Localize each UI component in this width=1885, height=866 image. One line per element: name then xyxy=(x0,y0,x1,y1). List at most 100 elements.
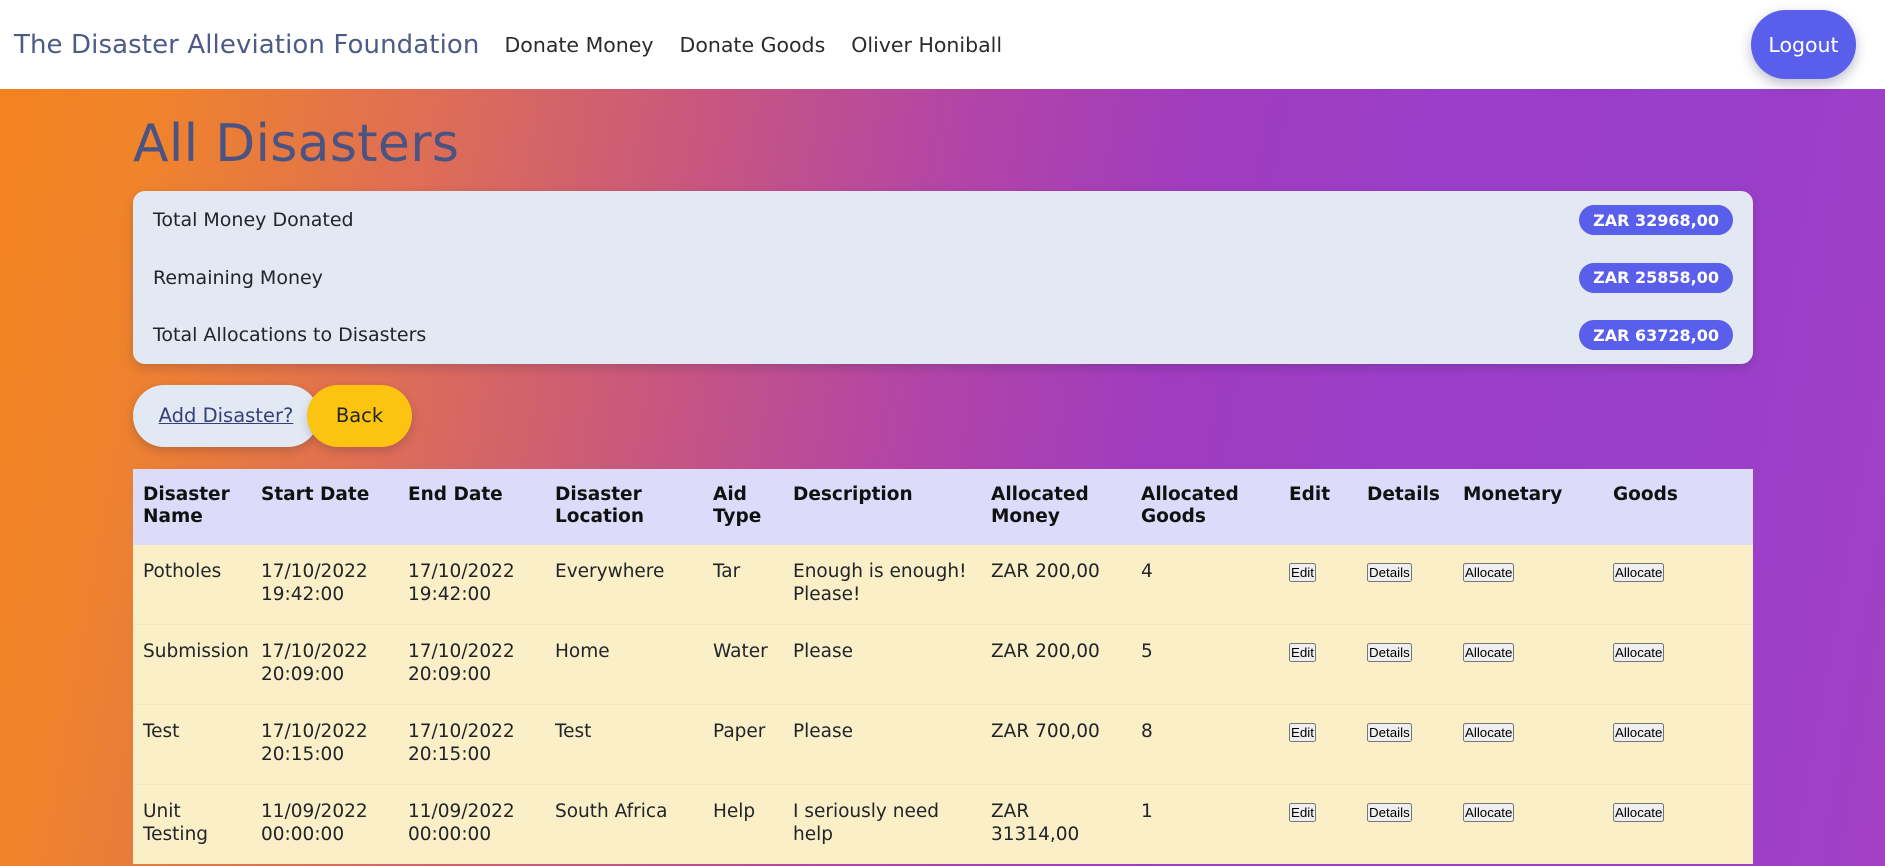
nav-link-donate-goods[interactable]: Donate Goods xyxy=(680,33,826,57)
edit-button[interactable]: Edit xyxy=(1289,562,1316,582)
details-button[interactable]: Details xyxy=(1367,803,1412,823)
details-button[interactable]: Details xyxy=(1367,723,1412,743)
cell-disaster-name: Potholes xyxy=(143,560,222,582)
action-buttons: Add Disaster? Back xyxy=(133,384,1885,447)
cell-allocated-goods: 4 xyxy=(1141,560,1153,582)
cell-allocated-goods: 5 xyxy=(1131,624,1279,705)
cell-aid-type: Paper xyxy=(703,704,783,785)
col-header-disaster-name: Disaster Name xyxy=(143,483,230,528)
allocate-goods-button[interactable]: Allocate xyxy=(1613,562,1665,582)
cell-goods: Allocate xyxy=(1603,545,1753,625)
cell-allocated-money: ZAR 200,00 xyxy=(991,560,1100,582)
brand-title[interactable]: The Disaster Alleviation Foundation xyxy=(14,30,480,60)
table-body: Potholes 17/10/2022 19:42:00 17/10/2022 … xyxy=(133,544,1753,865)
col-header-details: Details xyxy=(1367,483,1440,505)
summary-label: Total Money Donated xyxy=(153,209,354,232)
allocate-monetary-button[interactable]: Allocate xyxy=(1463,643,1515,663)
edit-button[interactable]: Edit xyxy=(1289,803,1316,823)
col-header-start-date: Start Date xyxy=(261,483,370,505)
cell-location: Everywhere xyxy=(555,560,665,582)
page-content: All Disasters Total Money Donated ZAR 32… xyxy=(0,89,1885,865)
cell-description: Please xyxy=(783,624,981,705)
col-header-end-date: End Date xyxy=(408,483,503,505)
logout-button[interactable]: Logout xyxy=(1751,10,1856,79)
cell-disaster-name: Test xyxy=(133,704,251,785)
summary-row-remaining-money: Remaining Money ZAR 25858,00 xyxy=(133,249,1753,307)
col-header-goods: Goods xyxy=(1613,483,1678,505)
col-header-edit: Edit xyxy=(1289,483,1331,505)
cell-location: Test xyxy=(545,704,703,785)
cell-monetary: Allocate xyxy=(1453,624,1603,705)
status-badge: ZAR 32968,00 xyxy=(1579,205,1733,236)
summary-row-total-money-donated: Total Money Donated ZAR 32968,00 xyxy=(133,191,1753,249)
table-row: Submission 17/10/2022 20:09:00 17/10/202… xyxy=(133,624,1753,705)
nav-links: Donate Money Donate Goods Oliver Honibal… xyxy=(505,33,1003,57)
cell-allocated-goods: 1 xyxy=(1131,784,1279,865)
cell-start-date: 11/09/2022 00:00:00 xyxy=(251,784,398,865)
cell-description: Please xyxy=(783,704,981,785)
col-header-allocated-goods: Allocated Goods xyxy=(1141,483,1239,528)
cell-allocated-money: ZAR 31314,00 xyxy=(981,784,1131,865)
cell-goods: Allocate xyxy=(1603,704,1753,785)
table-header-row: Disaster Name Start Date End Date Disast… xyxy=(133,468,1753,545)
cell-aid-type: Tar xyxy=(713,560,741,582)
cell-monetary: Allocate xyxy=(1453,704,1603,785)
allocate-monetary-button[interactable]: Allocate xyxy=(1463,803,1515,823)
cell-location: Home xyxy=(545,624,703,705)
edit-button[interactable]: Edit xyxy=(1289,723,1316,743)
disasters-table: Disaster Name Start Date End Date Disast… xyxy=(133,468,1753,865)
cell-start-date: 17/10/2022 20:15:00 xyxy=(251,704,398,785)
cell-end-date: 17/10/2022 20:09:00 xyxy=(398,624,545,705)
cell-edit: Edit xyxy=(1279,545,1357,625)
nav-link-user[interactable]: Oliver Honiball xyxy=(851,33,1002,57)
cell-description: Enough is enough! Please! xyxy=(793,560,967,605)
cell-disaster-name: Submission xyxy=(133,624,251,705)
add-disaster-label: Add Disaster? xyxy=(158,404,294,428)
cell-goods: Allocate xyxy=(1603,784,1753,865)
cell-location: South Africa xyxy=(545,784,703,865)
summary-card: Total Money Donated ZAR 32968,00 Remaini… xyxy=(133,191,1753,364)
disasters-table-wrap: Disaster Name Start Date End Date Disast… xyxy=(133,468,1753,865)
allocate-goods-button[interactable]: Allocate xyxy=(1613,643,1665,663)
cell-aid-type: Water xyxy=(703,624,783,705)
allocate-goods-button[interactable]: Allocate xyxy=(1613,803,1665,823)
details-button[interactable]: Details xyxy=(1367,643,1412,663)
cell-edit: Edit xyxy=(1279,624,1357,705)
summary-label: Total Allocations to Disasters xyxy=(153,324,427,347)
cell-details: Details xyxy=(1357,545,1453,625)
allocate-monetary-button[interactable]: Allocate xyxy=(1463,723,1515,743)
cell-end-date: 11/09/2022 00:00:00 xyxy=(398,784,545,865)
col-header-monetary: Monetary xyxy=(1463,483,1563,505)
cell-start-date: 17/10/2022 19:42:00 xyxy=(261,560,368,605)
cell-aid-type: Help xyxy=(703,784,783,865)
status-badge: ZAR 63728,00 xyxy=(1579,320,1733,351)
table-row: Test 17/10/2022 20:15:00 17/10/2022 20:1… xyxy=(133,704,1753,785)
cell-edit: Edit xyxy=(1279,704,1357,785)
details-button[interactable]: Details xyxy=(1367,562,1412,582)
cell-details: Details xyxy=(1357,784,1453,865)
cell-end-date: 17/10/2022 20:15:00 xyxy=(398,704,545,785)
status-badge: ZAR 25858,00 xyxy=(1579,262,1733,293)
cell-monetary: Allocate xyxy=(1453,784,1603,865)
cell-description: I seriously need help xyxy=(783,784,981,865)
cell-monetary: Allocate xyxy=(1453,545,1603,625)
cell-allocated-goods: 8 xyxy=(1131,704,1279,785)
table-row: Potholes 17/10/2022 19:42:00 17/10/2022 … xyxy=(133,544,1753,625)
cell-start-date: 17/10/2022 20:09:00 xyxy=(251,624,398,705)
allocate-goods-button[interactable]: Allocate xyxy=(1613,723,1665,743)
nav-link-donate-money[interactable]: Donate Money xyxy=(505,33,654,57)
cell-disaster-name: Unit Testing xyxy=(133,784,251,865)
col-header-allocated-money: Allocated Money xyxy=(991,483,1089,528)
cell-goods: Allocate xyxy=(1603,624,1753,705)
summary-row-total-allocations: Total Allocations to Disasters ZAR 63728… xyxy=(133,306,1753,364)
cell-details: Details xyxy=(1357,624,1453,705)
cell-details: Details xyxy=(1357,704,1453,785)
cell-allocated-money: ZAR 700,00 xyxy=(981,704,1131,785)
back-button[interactable]: Back xyxy=(307,384,412,447)
allocate-monetary-button[interactable]: Allocate xyxy=(1463,562,1515,582)
cell-allocated-money: ZAR 200,00 xyxy=(981,624,1131,705)
edit-button[interactable]: Edit xyxy=(1289,643,1316,663)
add-disaster-button[interactable]: Add Disaster? xyxy=(133,384,319,447)
table-head: Disaster Name Start Date End Date Disast… xyxy=(133,468,1753,545)
navbar: The Disaster Alleviation Foundation Dona… xyxy=(0,0,1885,89)
